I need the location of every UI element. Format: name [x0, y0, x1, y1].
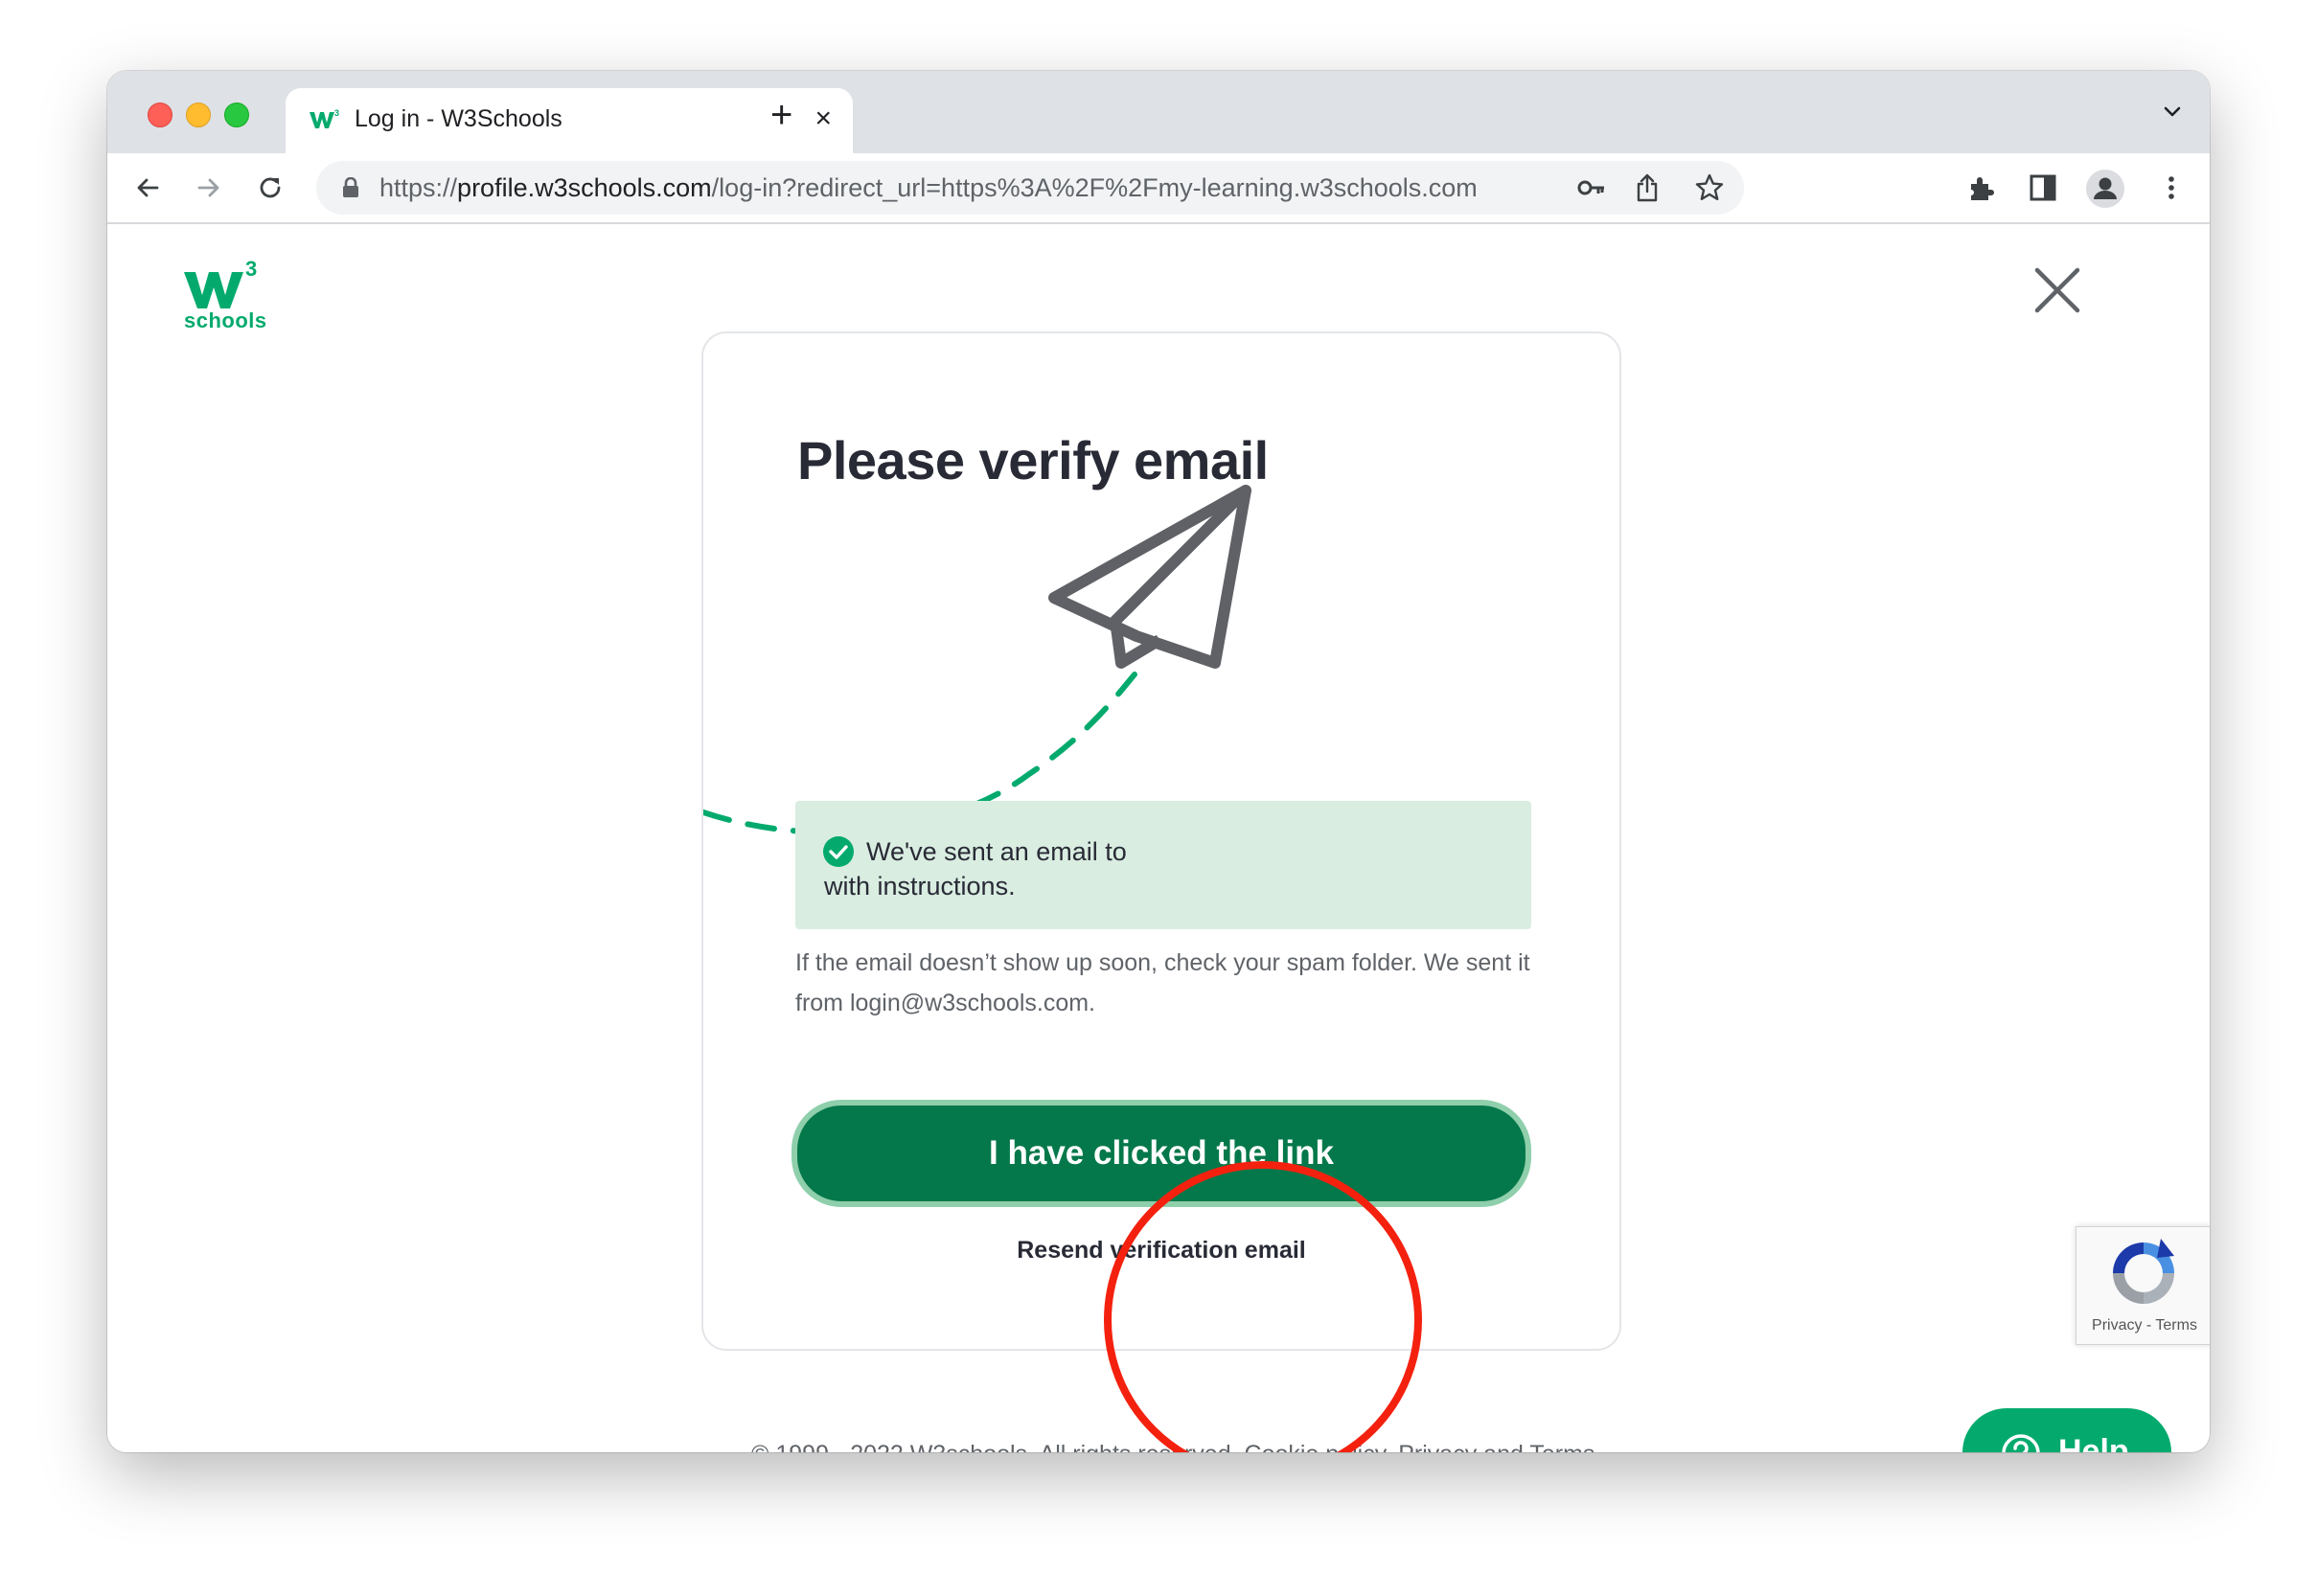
url-text: https://profile.w3schools.com/log-in?red… [379, 173, 1478, 202]
star-icon[interactable] [1694, 172, 1725, 203]
recaptcha-icon [2113, 1239, 2174, 1304]
kebab-menu-icon[interactable] [2156, 172, 2187, 203]
zoom-window-button[interactable] [224, 103, 249, 127]
extensions-icon[interactable] [1966, 172, 1997, 203]
check-circle-icon [823, 836, 854, 867]
tab-strip: 3 Log in - W3Schools × + [107, 71, 2210, 153]
help-button[interactable]: Help [1962, 1408, 2171, 1452]
w3schools-favicon-icon: 3 [310, 108, 339, 128]
tab-close-icon[interactable]: × [814, 103, 832, 134]
help-label: Help [2058, 1433, 2129, 1452]
footer-terms-link[interactable]: Terms [1529, 1441, 1594, 1452]
address-bar[interactable]: https://profile.w3schools.com/log-in?red… [316, 161, 1744, 215]
browser-window: 3 Log in - W3Schools × + https://profile… [107, 71, 2210, 1452]
spam-folder-help-text: If the email doesn’t show up soon, check… [795, 949, 1530, 1016]
share-icon[interactable] [1635, 173, 1660, 202]
logo-text: schools [184, 308, 267, 332]
close-icon[interactable] [2033, 266, 2081, 314]
forward-arrow-icon[interactable] [194, 172, 224, 203]
notice-text-line1: We've sent an email to [866, 837, 1127, 866]
reload-icon[interactable] [255, 172, 286, 203]
back-arrow-icon[interactable] [132, 172, 163, 203]
profile-icon[interactable] [2085, 169, 2125, 209]
close-window-button[interactable] [148, 103, 172, 127]
recaptcha-links: Privacy - Terms [2092, 1317, 2197, 1334]
footer-cookie-policy-link[interactable]: Cookie policy [1245, 1441, 1386, 1452]
w3-logo-mark-icon: 3 [184, 257, 257, 308]
svg-text:3: 3 [245, 259, 257, 281]
recaptcha-terms-link[interactable]: Terms [2155, 1317, 2197, 1334]
svg-text:3: 3 [334, 108, 339, 118]
key-icon[interactable] [1577, 174, 1606, 201]
side-panel-icon[interactable] [2028, 172, 2058, 203]
help-question-icon [2002, 1434, 2040, 1452]
minimize-window-button[interactable] [186, 103, 211, 127]
recaptcha-privacy-link[interactable]: Privacy [2092, 1317, 2142, 1334]
lock-icon[interactable] [341, 177, 360, 198]
tab-search-chevron-icon[interactable] [2162, 102, 2183, 123]
footer: © 1999 - 2022 W3schools. All rights rese… [751, 1441, 1601, 1452]
page-content: 3 schools Please verify email We've sent… [107, 224, 2210, 1452]
tab-active[interactable]: 3 Log in - W3Schools × [286, 88, 853, 153]
clicked-link-button[interactable]: I have clicked the link [791, 1100, 1531, 1207]
verify-email-card: Please verify email We've sent an email … [701, 331, 1621, 1351]
browser-toolbar: https://profile.w3schools.com/log-in?red… [107, 153, 2210, 224]
email-sent-notice: We've sent an email to with instructions… [795, 801, 1531, 929]
w3schools-logo[interactable]: 3 schools [182, 257, 268, 335]
footer-w3schools-link[interactable]: W3schools [910, 1441, 1027, 1452]
paper-plane-icon [703, 485, 1251, 835]
footer-privacy-link[interactable]: Privacy [1398, 1441, 1477, 1452]
notice-text-line2: with instructions. [824, 872, 1016, 901]
recaptcha-badge[interactable]: Privacy - Terms [2076, 1226, 2210, 1345]
resend-verification-link[interactable]: Resend verification email [703, 1237, 1619, 1265]
new-tab-button[interactable]: + [770, 96, 792, 134]
tab-title: Log in - W3Schools [355, 105, 562, 132]
